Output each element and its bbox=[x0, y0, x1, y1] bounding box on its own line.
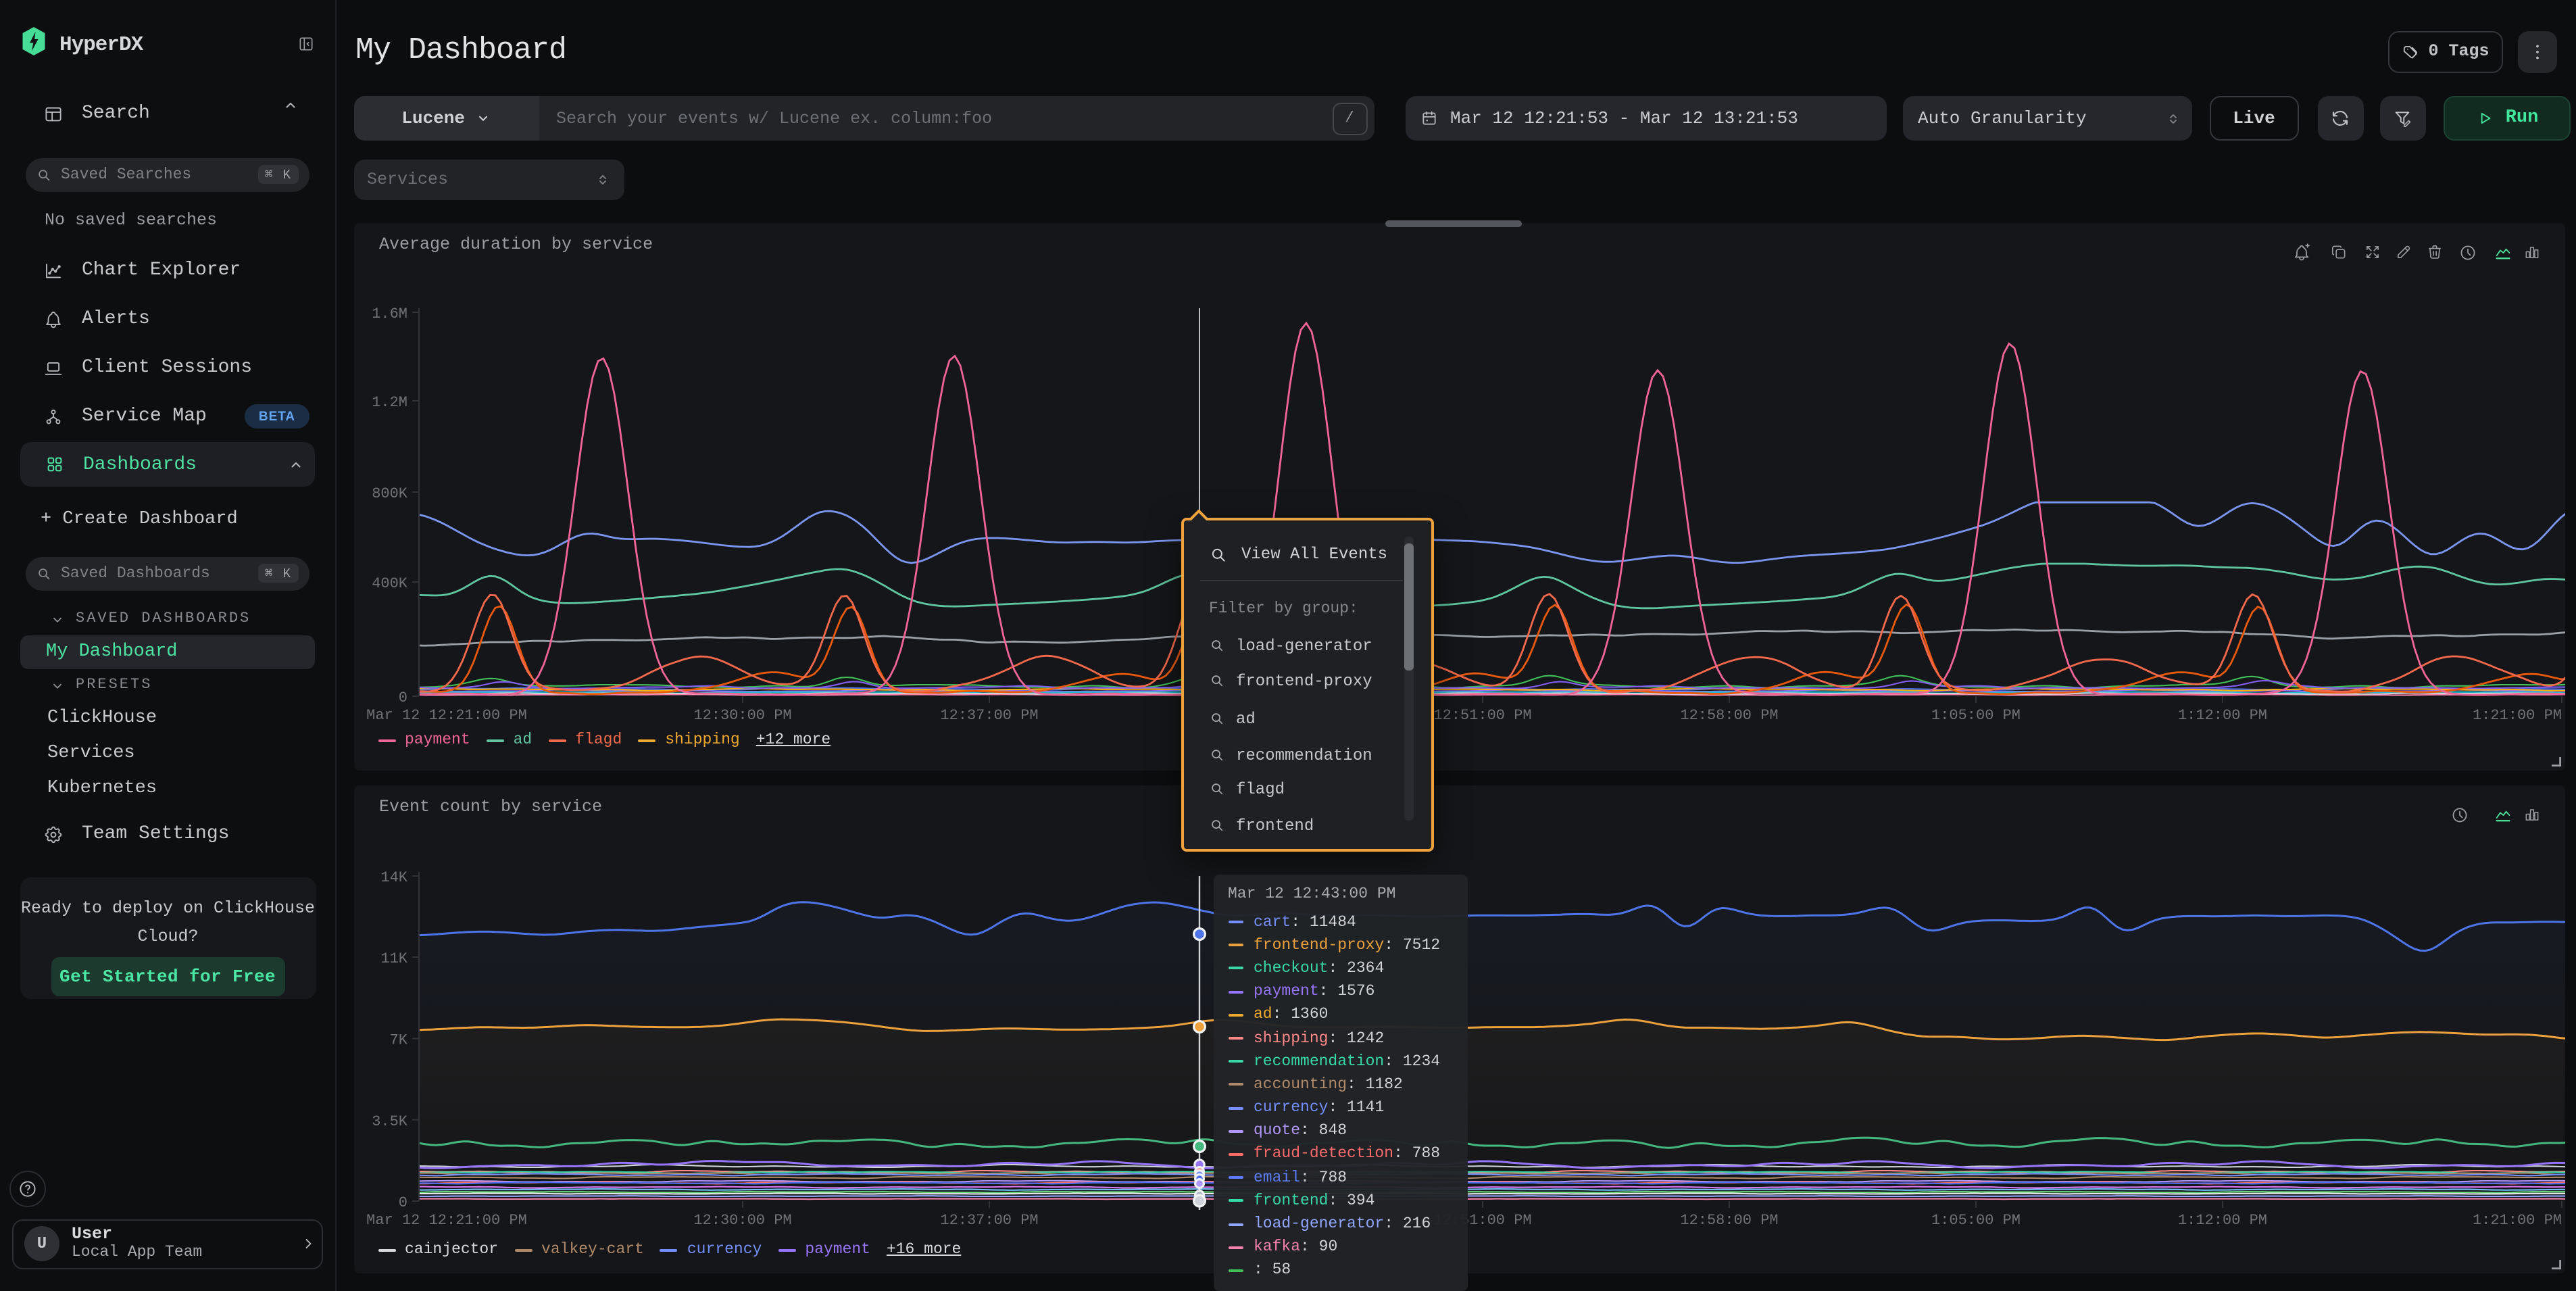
svg-text:12:58:00 PM: 12:58:00 PM bbox=[1679, 707, 1777, 724]
svg-text:800K: 800K bbox=[371, 485, 407, 502]
svg-text:12:58:00 PM: 12:58:00 PM bbox=[1679, 1212, 1777, 1229]
svg-text:12:37:00 PM: 12:37:00 PM bbox=[939, 707, 1037, 724]
svg-text:1:12:00 PM: 1:12:00 PM bbox=[2177, 1212, 2267, 1229]
svg-text:400K: 400K bbox=[371, 575, 407, 592]
svg-text:12:30:00 PM: 12:30:00 PM bbox=[693, 1212, 791, 1229]
svg-text:3.5K: 3.5K bbox=[371, 1113, 407, 1130]
svg-text:0: 0 bbox=[398, 689, 407, 706]
svg-text:1.6M: 1.6M bbox=[371, 306, 407, 322]
svg-text:14K: 14K bbox=[380, 869, 407, 886]
svg-text:12:30:00 PM: 12:30:00 PM bbox=[693, 707, 791, 724]
svg-text:11K: 11K bbox=[380, 950, 407, 967]
svg-text:1:21:00 PM: 1:21:00 PM bbox=[2472, 1212, 2561, 1229]
svg-text:1:12:00 PM: 1:12:00 PM bbox=[2177, 707, 2267, 724]
svg-text:7K: 7K bbox=[389, 1032, 407, 1049]
svg-text:1:21:00 PM: 1:21:00 PM bbox=[2472, 707, 2561, 724]
svg-text:0: 0 bbox=[398, 1194, 407, 1211]
svg-text:Mar 12 12:21:00 PM: Mar 12 12:21:00 PM bbox=[366, 707, 526, 724]
svg-text:Mar 12 12:21:00 PM: Mar 12 12:21:00 PM bbox=[366, 1212, 526, 1229]
svg-text:1:05:00 PM: 1:05:00 PM bbox=[1931, 1212, 2020, 1229]
svg-text:1.2M: 1.2M bbox=[371, 394, 407, 411]
svg-text:1:05:00 PM: 1:05:00 PM bbox=[1931, 707, 2020, 724]
svg-text:12:37:00 PM: 12:37:00 PM bbox=[939, 1212, 1037, 1229]
svg-text:12:51:00 PM: 12:51:00 PM bbox=[1433, 707, 1531, 724]
